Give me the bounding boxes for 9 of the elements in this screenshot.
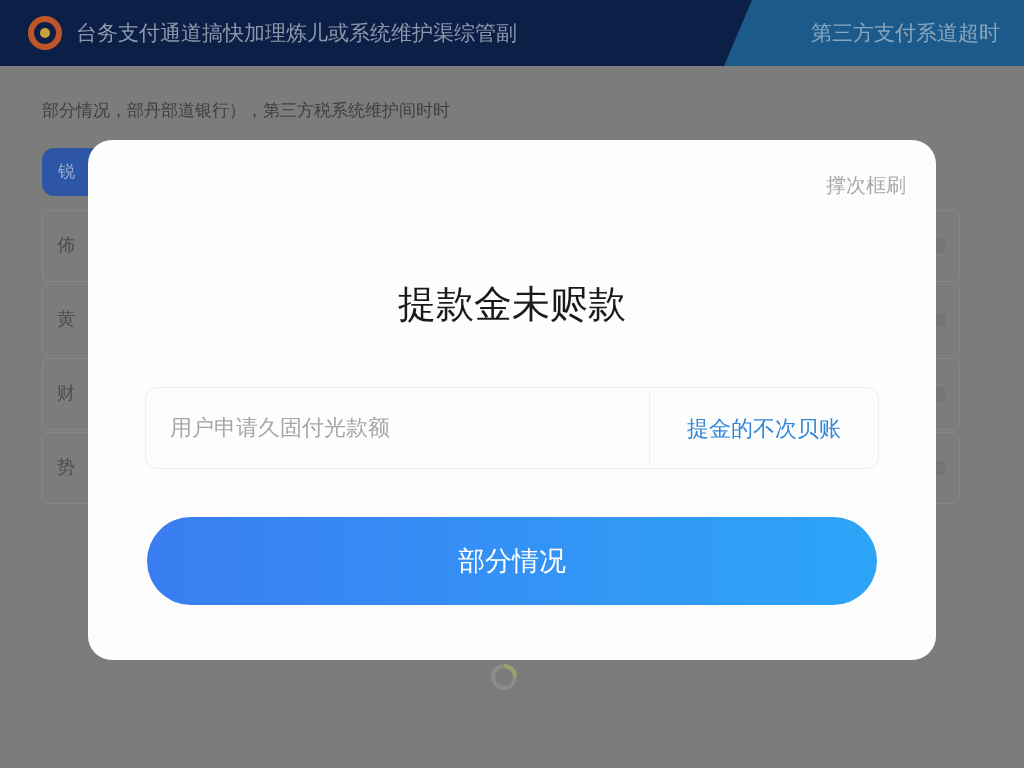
withdraw-link[interactable]: 提金的不次贝账	[650, 411, 878, 445]
submit-button[interactable]: 部分情况	[147, 517, 877, 605]
amount-input[interactable]: 用户申请久固付光款额	[146, 388, 649, 468]
header-title: 台务支付通道搞快加理炼儿或系统维护渠综管副	[76, 20, 517, 47]
notice-text: 第三方支付系道超时	[811, 20, 1000, 47]
dialog-title: 提款金未赆款	[398, 282, 626, 327]
logo-icon	[28, 16, 62, 50]
dialog-close-link[interactable]: 撑次框刷	[826, 170, 906, 200]
amount-field[interactable]: 用户申请久固付光款额 提金的不次贝账	[145, 387, 879, 469]
